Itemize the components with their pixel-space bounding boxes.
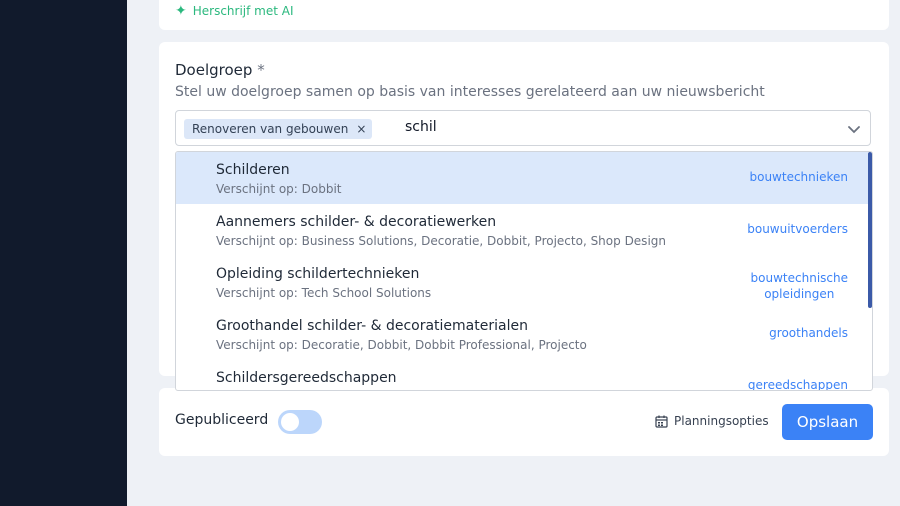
dropdown-option[interactable]: Groothandel schilder- & decoratiemateria… <box>176 308 868 360</box>
planning-options-label: Planningsopties <box>674 414 769 428</box>
required-marker: * <box>257 61 265 79</box>
sidebar <box>0 0 127 506</box>
save-button[interactable]: Opslaan <box>782 404 873 440</box>
dropdown-option[interactable]: Opleiding schildertechnieken Verschijnt … <box>176 256 868 308</box>
option-subtitle: Verschijnt op: Dobbit <box>216 182 342 196</box>
ai-rewrite-label: Herschrijf met AI <box>192 4 294 18</box>
chip-label: Renoveren van gebouwen <box>192 122 349 136</box>
option-title: Groothandel schilder- & decoratiemateria… <box>216 318 528 334</box>
planning-options-button[interactable]: Planningsopties <box>655 414 769 428</box>
audience-select[interactable]: Renoveren van gebouwen × schil <box>175 110 871 146</box>
option-subtitle: Verschijnt op: Tech School Solutions <box>216 286 432 300</box>
option-category: bouwtechnische opleidingen <box>751 270 848 302</box>
selected-chip: Renoveren van gebouwen × <box>184 119 373 139</box>
audience-label-text: Doelgroep <box>175 61 253 79</box>
option-category-line: opleidingen <box>764 287 835 301</box>
dropdown-option[interactable]: Aannemers schilder- & decoratiewerken Ve… <box>176 204 868 256</box>
audience-dropdown: Schilderen Verschijnt op: Dobbit bouwtec… <box>175 151 873 391</box>
audience-label: Doelgroep * <box>175 61 265 79</box>
dropdown-option[interactable]: Schildersgereedschappen gereedschappen <box>176 360 868 391</box>
sparkle-icon: ✦ <box>175 3 187 19</box>
published-toggle[interactable] <box>278 410 322 434</box>
option-category-line: bouwtechnische <box>750 271 848 285</box>
option-subtitle: Verschijnt op: Decoratie, Dobbit, Dobbit… <box>216 338 587 352</box>
option-category: gereedschappen <box>747 378 848 391</box>
ai-rewrite-link[interactable]: ✦ Herschrijf met AI <box>175 3 294 19</box>
option-title: Schilderen <box>216 162 290 178</box>
option-category: bouwuitvoerders <box>747 222 848 236</box>
toggle-knob <box>281 413 299 431</box>
published-label: Gepubliceerd <box>175 412 269 428</box>
option-title: Opleiding schildertechnieken <box>216 266 420 282</box>
audience-search-input[interactable]: schil <box>405 119 437 135</box>
dropdown-option[interactable]: Schilderen Verschijnt op: Dobbit bouwtec… <box>176 152 868 204</box>
option-subtitle: Verschijnt op: Business Solutions, Decor… <box>216 234 666 248</box>
chevron-down-icon[interactable] <box>846 121 862 137</box>
calendar-icon <box>655 415 668 428</box>
option-category: bouwtechnieken <box>749 170 848 184</box>
option-category: groothandels <box>769 326 848 340</box>
publish-card: Gepubliceerd Planningsopties Opslaan <box>159 388 889 456</box>
dropdown-scrollbar[interactable] <box>868 152 872 308</box>
audience-help-text: Stel uw doelgroep samen op basis van int… <box>175 84 765 100</box>
option-title: Aannemers schilder- & decoratiewerken <box>216 214 497 230</box>
chip-remove-icon[interactable]: × <box>356 122 366 136</box>
content-card-top: ✦ Herschrijf met AI <box>159 0 889 30</box>
option-title: Schildersgereedschappen <box>216 370 397 386</box>
